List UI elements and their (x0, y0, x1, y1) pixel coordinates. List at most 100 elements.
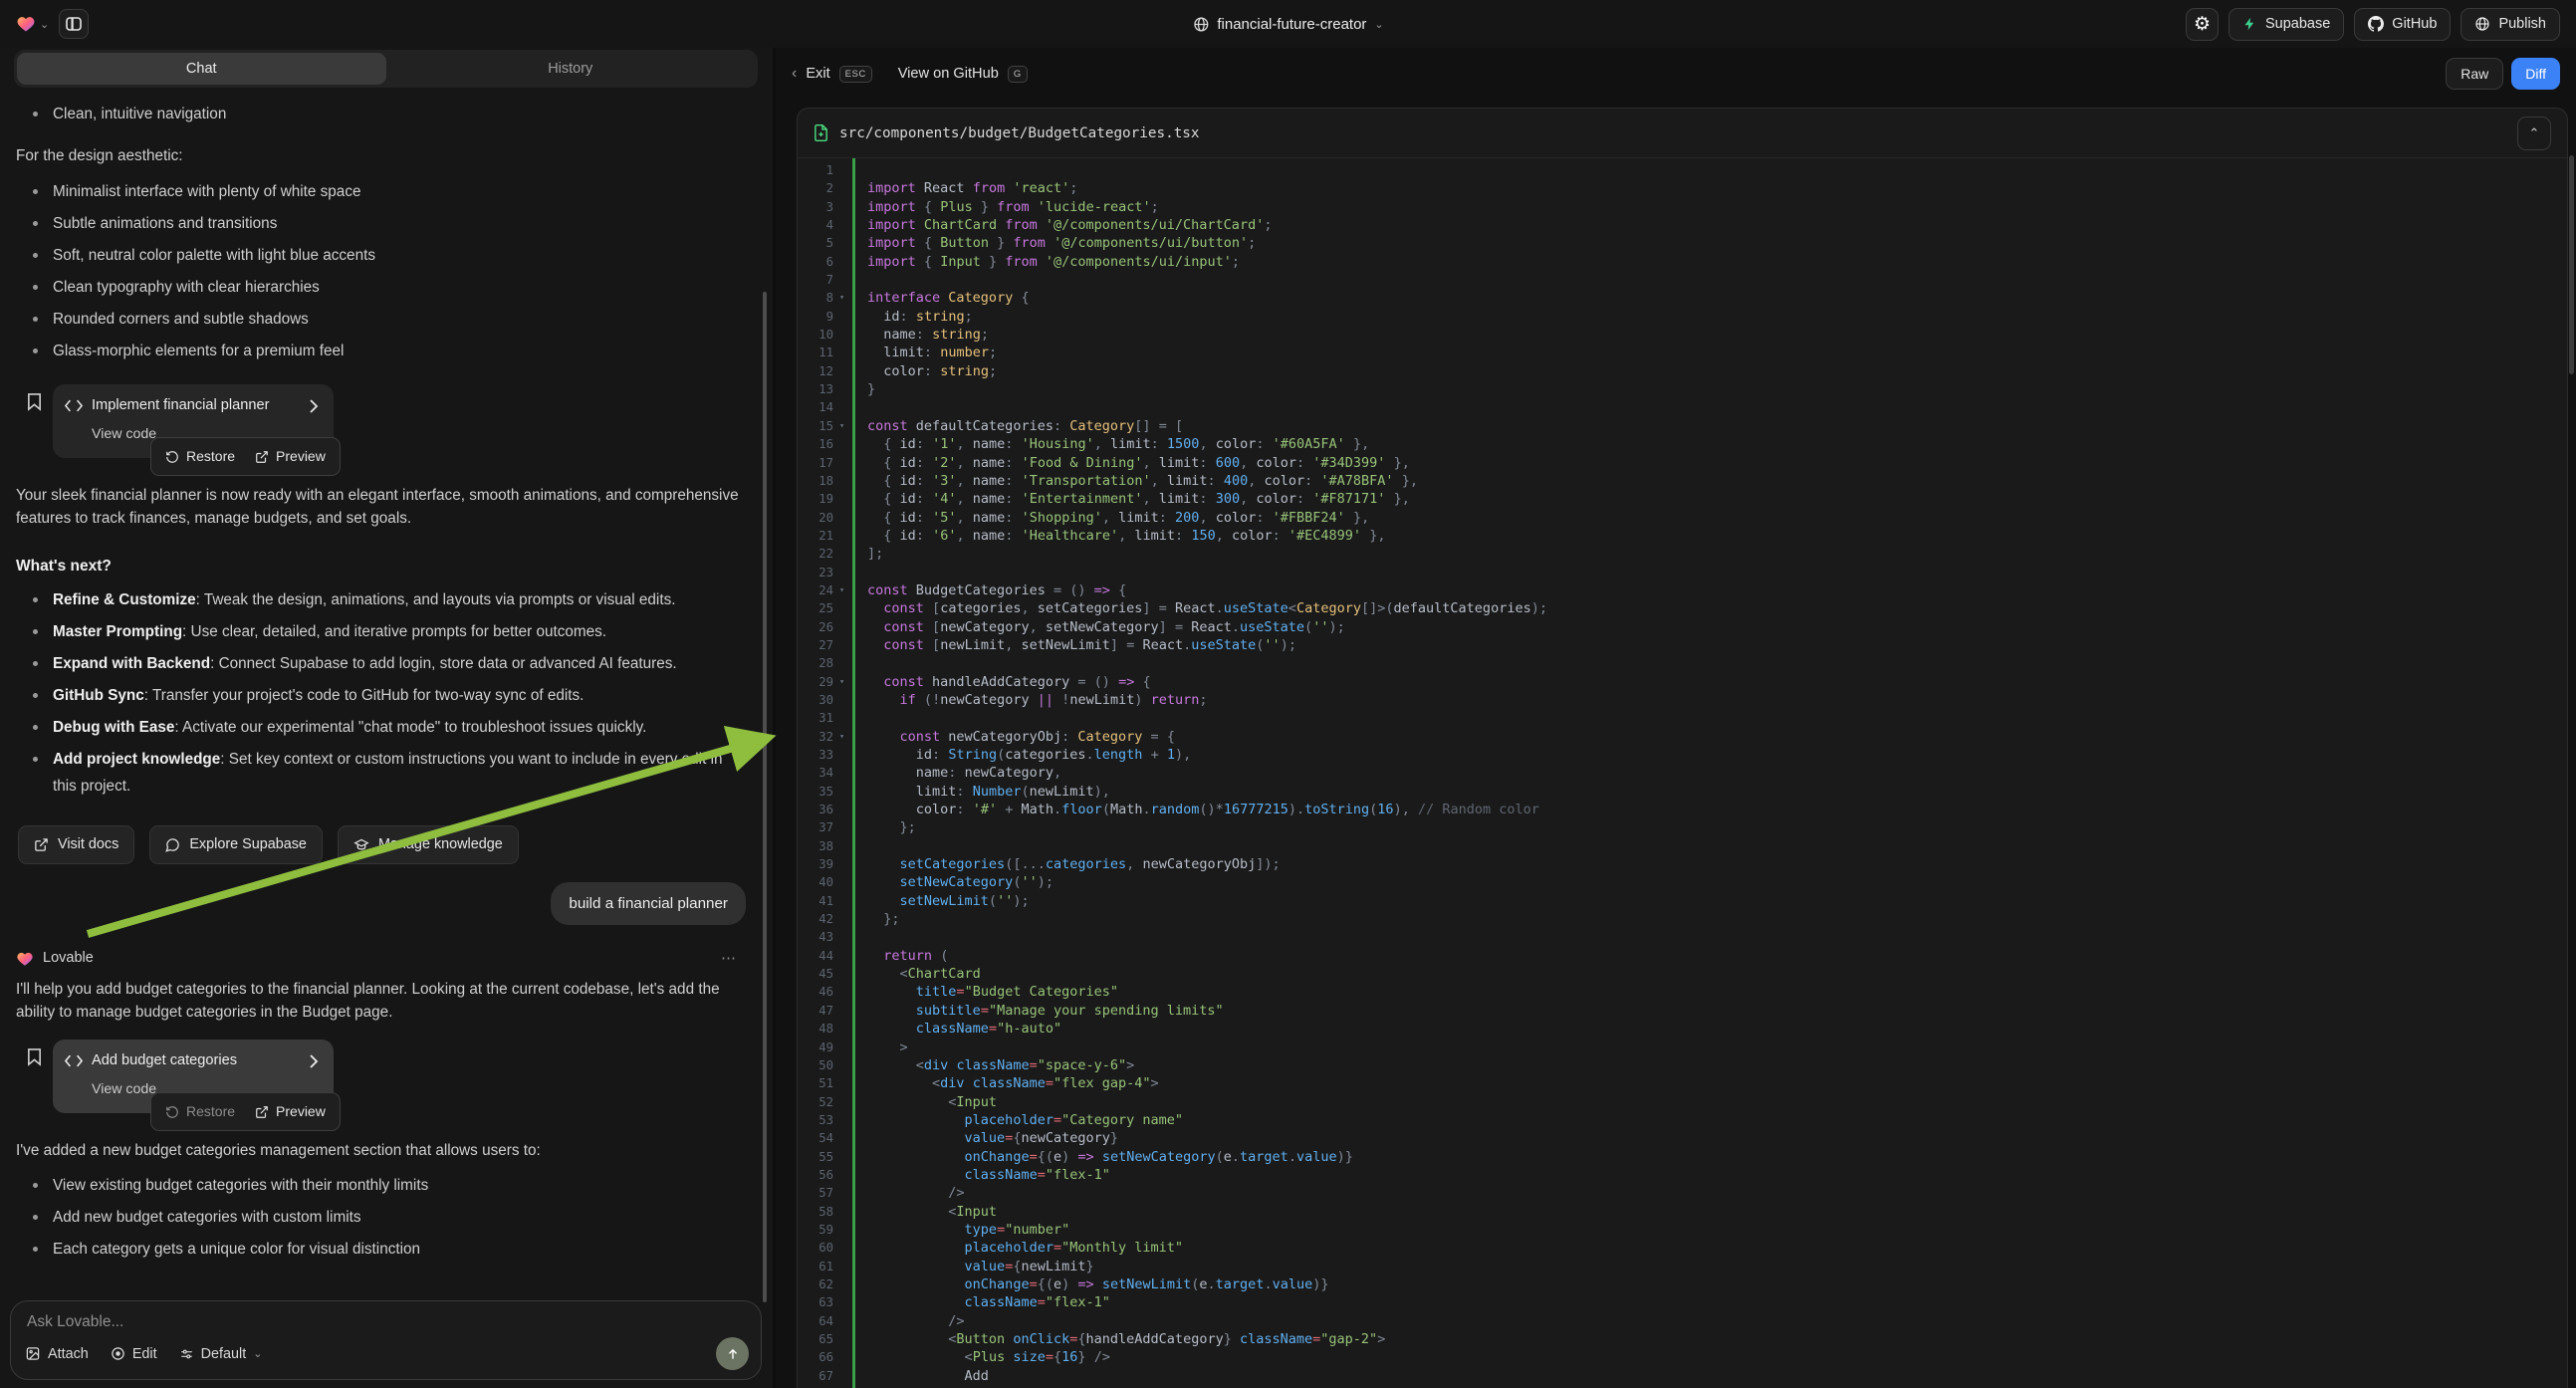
esc-kbd: ESC (839, 66, 872, 83)
fold-toggle (833, 564, 850, 581)
line-number: 29 (798, 673, 833, 691)
fold-toggle (833, 234, 850, 252)
composer: Attach Edit Default ⌄ (10, 1300, 762, 1380)
line-number: 56 (798, 1166, 833, 1184)
fold-toggle (833, 837, 850, 855)
lovable-heart-icon (16, 950, 34, 968)
raw-button[interactable]: Raw (2446, 58, 2503, 90)
fold-toggle[interactable]: ▾ (833, 728, 850, 746)
code-line: 11 limit: number; (798, 344, 2567, 361)
line-number: 28 (798, 654, 833, 672)
collapse-file-button[interactable]: ⌃ (2517, 116, 2551, 150)
preview-button[interactable]: Preview (255, 445, 326, 468)
manage-knowledge-button[interactable]: Manage knowledge (338, 825, 519, 864)
restore-button[interactable]: Restore (165, 1100, 235, 1123)
github-button[interactable]: GitHub (2354, 8, 2451, 41)
line-number: 45 (798, 965, 833, 983)
project-switcher[interactable]: financial-future-creator ⌄ (1192, 16, 1383, 33)
code-line: 55 onChange={(e) => setNewCategory(e.tar… (798, 1148, 2567, 1166)
publish-button[interactable]: Publish (2460, 8, 2560, 41)
restore-icon (165, 450, 179, 464)
line-number: 34 (798, 764, 833, 782)
fold-toggle (833, 654, 850, 672)
fold-toggle[interactable]: ▾ (833, 417, 850, 435)
sidebar-toggle-button[interactable] (59, 9, 89, 39)
code-line: 19 { id: '4', name: 'Entertainment', lim… (798, 490, 2567, 508)
chat-input[interactable] (27, 1313, 711, 1331)
external-link-icon (34, 837, 49, 852)
list-item: Master Prompting: Use clear, detailed, a… (16, 618, 746, 645)
view-on-github-button[interactable]: View on GitHub G (898, 66, 1028, 83)
line-number: 2 (798, 179, 833, 197)
code-line: 4import ChartCard from '@/components/ui/… (798, 216, 2567, 234)
code-line: 61 value={newLimit} (798, 1258, 2567, 1275)
list-item: Debug with Ease: Activate our experiment… (16, 714, 746, 741)
tab-history[interactable]: History (386, 53, 756, 85)
code-line: 27 const [newLimit, setNewLimit] = React… (798, 636, 2567, 654)
preview-button[interactable]: Preview (255, 1100, 326, 1123)
chevron-right-icon[interactable] (308, 399, 320, 413)
code-line: 56 className="flex-1" (798, 1166, 2567, 1184)
settings-button[interactable]: ⚙ (2186, 8, 2219, 41)
fold-toggle (833, 1166, 850, 1184)
code-line: 6import { Input } from '@/components/ui/… (798, 253, 2567, 271)
chat-scroll-area[interactable]: Clean, intuitive navigation For the desi… (0, 90, 772, 1290)
file-path-bar[interactable]: src/components/budget/BudgetCategories.t… (798, 109, 2567, 158)
edit-button[interactable]: Edit (111, 1346, 157, 1362)
fold-toggle[interactable]: ▾ (833, 673, 850, 691)
line-number: 51 (798, 1074, 833, 1092)
tab-chat[interactable]: Chat (17, 53, 386, 85)
fold-toggle (833, 709, 850, 727)
chevron-right-icon[interactable] (308, 1054, 320, 1068)
fold-toggle (833, 472, 850, 490)
list-item: Rounded corners and subtle shadows (16, 306, 746, 333)
restore-button[interactable]: Restore (165, 445, 235, 468)
line-number: 30 (798, 691, 833, 709)
line-number: 44 (798, 947, 833, 965)
code-line: 48 className="h-auto" (798, 1020, 2567, 1038)
code-line: 60 placeholder="Monthly limit" (798, 1239, 2567, 1257)
code-line: 3import { Plus } from 'lucide-react'; (798, 198, 2567, 216)
fold-toggle (833, 965, 850, 983)
code-lines: 12import React from 'react';3import { Pl… (798, 158, 2567, 1388)
exit-button[interactable]: ‹ Exit ESC (792, 65, 872, 83)
more-options-button[interactable]: ⋯ (721, 947, 738, 970)
code-line: 35 limit: Number(newLimit), (798, 783, 2567, 801)
supabase-label: Supabase (2265, 16, 2330, 32)
fold-toggle (833, 783, 850, 801)
code-line: 18 { id: '3', name: 'Transportation', li… (798, 472, 2567, 490)
supabase-bolt-icon (2242, 16, 2257, 32)
gear-icon: ⚙ (2194, 15, 2211, 34)
fold-toggle[interactable]: ▾ (833, 289, 850, 307)
line-number: 27 (798, 636, 833, 654)
external-link-icon (255, 450, 269, 464)
bookmark-icon[interactable] (26, 392, 43, 458)
visit-docs-button[interactable]: Visit docs (18, 825, 134, 864)
code-icon (65, 1054, 83, 1067)
code-scrollbar[interactable] (2569, 155, 2574, 374)
fold-toggle (833, 380, 850, 398)
explore-supabase-button[interactable]: Explore Supabase (149, 825, 323, 864)
line-number: 49 (798, 1039, 833, 1056)
send-button[interactable] (716, 1337, 749, 1370)
line-number: 16 (798, 435, 833, 453)
fold-toggle (833, 1020, 850, 1038)
line-number: 5 (798, 234, 833, 252)
supabase-button[interactable]: Supabase (2228, 8, 2344, 41)
fold-toggle (833, 1074, 850, 1092)
line-number: 52 (798, 1093, 833, 1111)
code-line: 12 color: string; (798, 362, 2567, 380)
line-number: 11 (798, 344, 833, 361)
chat-scrollbar[interactable] (763, 292, 767, 1302)
attach-button[interactable]: Attach (25, 1346, 89, 1362)
mode-selector[interactable]: Default ⌄ (179, 1346, 263, 1362)
chat-history-tabs: Chat History (14, 50, 758, 88)
code-line: 49 > (798, 1039, 2567, 1056)
fold-toggle[interactable]: ▾ (833, 581, 850, 599)
fold-toggle (833, 1293, 850, 1311)
fold-toggle (833, 746, 850, 764)
fold-toggle (833, 198, 850, 216)
diff-button[interactable]: Diff (2511, 58, 2560, 90)
bookmark-icon[interactable] (26, 1047, 43, 1113)
lovable-logo-menu[interactable]: ⌄ (16, 14, 49, 34)
